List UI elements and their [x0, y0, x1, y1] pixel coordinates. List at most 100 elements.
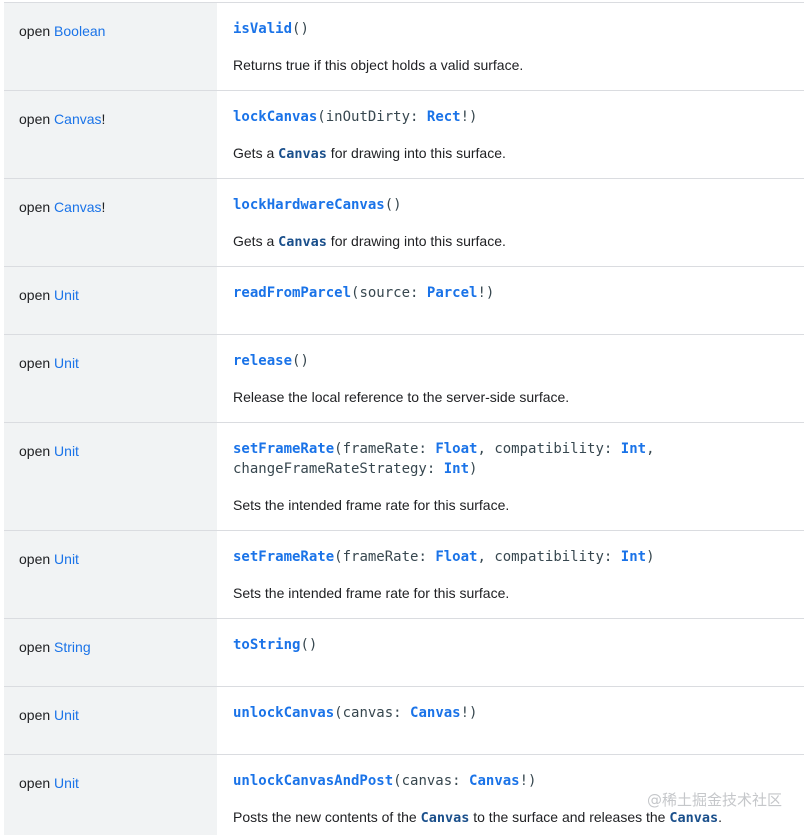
- param-type-link[interactable]: Int: [444, 461, 469, 477]
- param-type-link[interactable]: Int: [621, 549, 646, 565]
- method-description: Gets a Canvas for drawing into this surf…: [233, 231, 804, 252]
- method-signature: unlockCanvas(canvas: Canvas!): [233, 703, 804, 723]
- return-type-cell: open Unit: [4, 755, 217, 835]
- return-type-cell: open Unit: [4, 687, 217, 754]
- method-cell: unlockCanvas(canvas: Canvas!): [217, 687, 804, 754]
- signature-parens: (): [384, 197, 402, 213]
- table-row: open Unit setFrameRate(frameRate: Float,…: [4, 423, 804, 531]
- desc-text: for drawing into this surface.: [326, 145, 506, 161]
- methods-table: open Boolean isValid() Returns true if t…: [4, 2, 804, 835]
- method-description: Sets the intended frame rate for this su…: [233, 497, 510, 513]
- method-description: Posts the new contents of the Canvas to …: [233, 807, 804, 828]
- method-name-link[interactable]: unlockCanvasAndPost: [233, 773, 393, 789]
- param-name: inOutDirty: [325, 109, 411, 125]
- method-name-link[interactable]: lockHardwareCanvas: [233, 197, 385, 213]
- nullable-mark: !: [460, 109, 470, 125]
- modifier: open: [19, 111, 51, 127]
- paren-open: (: [317, 109, 326, 125]
- method-signature: release(): [233, 351, 804, 371]
- modifier: open: [19, 23, 51, 39]
- method-cell: lockHardwareCanvas() Gets a Canvas for d…: [217, 179, 804, 266]
- param-type-link[interactable]: Rect: [427, 109, 461, 125]
- param-type-link[interactable]: Parcel: [427, 285, 478, 301]
- colon: :: [426, 461, 444, 477]
- param-type-link[interactable]: Float: [435, 441, 477, 457]
- return-type-link[interactable]: Unit: [54, 707, 79, 723]
- canvas-link[interactable]: Canvas: [278, 234, 327, 250]
- modifier: open: [19, 199, 51, 215]
- colon: :: [418, 549, 436, 565]
- table-row: open Canvas! lockCanvas(inOutDirty: Rect…: [4, 91, 804, 179]
- comma: ,: [477, 549, 495, 565]
- canvas-link[interactable]: Canvas: [669, 810, 718, 826]
- param-name: frameRate: [342, 549, 419, 565]
- return-type-link[interactable]: Canvas: [54, 111, 101, 127]
- method-name-link[interactable]: setFrameRate: [233, 549, 334, 565]
- signature-parens: (): [292, 21, 309, 37]
- comma: ,: [477, 441, 495, 457]
- method-cell: readFromParcel(source: Parcel!): [217, 267, 804, 334]
- param-name: compatibility: [494, 441, 604, 457]
- method-signature: lockCanvas(inOutDirty: Rect!): [233, 107, 804, 127]
- method-description: Release the local reference to the serve…: [233, 389, 570, 405]
- return-type-link[interactable]: Canvas: [54, 199, 101, 215]
- return-type-link[interactable]: Boolean: [54, 23, 105, 39]
- paren-open: (: [334, 441, 343, 457]
- method-name-link[interactable]: isValid: [233, 21, 292, 37]
- table-row: open Unit unlockCanvas(canvas: Canvas!): [4, 687, 804, 755]
- nullable-mark: !: [101, 199, 106, 215]
- param-type-link[interactable]: Canvas: [410, 705, 461, 721]
- return-type-cell: open Unit: [4, 267, 217, 334]
- colon: :: [410, 109, 427, 125]
- modifier: open: [19, 287, 51, 303]
- param-name: compatibility: [494, 549, 604, 565]
- canvas-link[interactable]: Canvas: [278, 146, 327, 162]
- canvas-link[interactable]: Canvas: [421, 810, 470, 826]
- method-name-link[interactable]: lockCanvas: [233, 109, 317, 125]
- param-type-link[interactable]: Int: [621, 441, 646, 457]
- method-cell: isValid() Returns true if this object ho…: [217, 3, 804, 90]
- method-name-link[interactable]: release: [233, 353, 292, 369]
- return-type-link[interactable]: Unit: [54, 287, 79, 303]
- method-name-link[interactable]: setFrameRate: [233, 441, 334, 457]
- desc-text: .: [718, 809, 723, 825]
- return-type-cell: open Boolean: [4, 3, 217, 90]
- return-type-cell: open String: [4, 619, 217, 686]
- method-name-link[interactable]: readFromParcel: [233, 285, 351, 301]
- return-type-cell: open Unit: [4, 335, 217, 422]
- desc-text: to the surface and releases the: [469, 809, 670, 825]
- signature-parens: (): [300, 637, 318, 653]
- param-name: source: [359, 285, 411, 301]
- return-type-link[interactable]: Unit: [54, 443, 79, 459]
- desc-text: Gets a: [233, 145, 279, 161]
- colon: :: [418, 441, 436, 457]
- method-name-link[interactable]: unlockCanvas: [233, 705, 334, 721]
- method-cell: setFrameRate(frameRate: Float, compatibi…: [217, 423, 804, 530]
- method-name-link[interactable]: toString: [233, 637, 300, 653]
- colon: :: [603, 549, 621, 565]
- return-type-link[interactable]: String: [54, 639, 91, 655]
- return-type-link[interactable]: Unit: [54, 551, 79, 567]
- desc-text: for drawing into this surface.: [326, 233, 506, 249]
- method-signature: readFromParcel(source: Parcel!): [233, 283, 804, 303]
- desc-text: Gets a: [233, 233, 279, 249]
- modifier: open: [19, 551, 51, 567]
- nullable-mark: !: [519, 773, 529, 789]
- return-type-cell: open Unit: [4, 531, 217, 618]
- nullable-mark: !: [477, 285, 486, 301]
- return-type-link[interactable]: Unit: [54, 775, 79, 791]
- table-row: open Canvas! lockHardwareCanvas() Gets a…: [4, 179, 804, 267]
- param-type-link[interactable]: Float: [435, 549, 477, 565]
- return-type-cell: open Canvas!: [4, 179, 217, 266]
- return-type-cell: open Unit: [4, 423, 217, 530]
- method-signature: unlockCanvasAndPost(canvas: Canvas!): [233, 771, 804, 791]
- modifier: open: [19, 639, 51, 655]
- return-type-link[interactable]: Unit: [54, 355, 79, 371]
- colon: :: [410, 285, 427, 301]
- paren-open: (: [334, 705, 343, 721]
- paren-open: (: [334, 549, 343, 565]
- colon: :: [393, 705, 411, 721]
- paren-open: (: [393, 773, 402, 789]
- param-type-link[interactable]: Canvas: [469, 773, 520, 789]
- table-row: open Unit release() Release the local re…: [4, 335, 804, 423]
